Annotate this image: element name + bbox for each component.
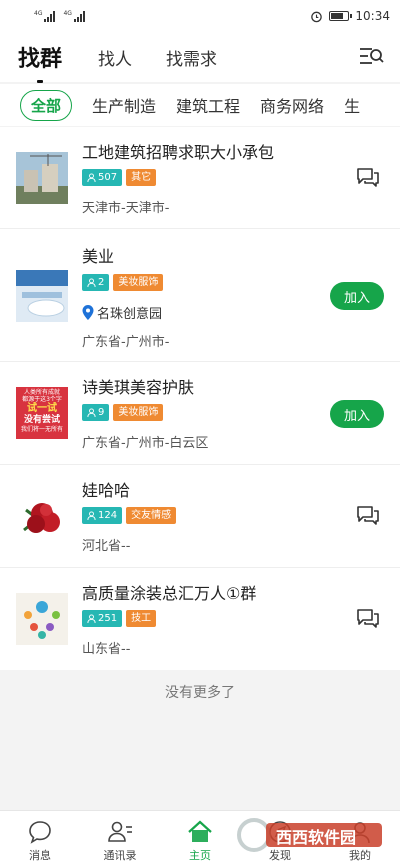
- chat-icon[interactable]: [356, 505, 380, 527]
- battery-icon: [329, 11, 353, 21]
- category-badge: 技工: [126, 610, 157, 627]
- signal-icon: 4G: [34, 10, 56, 22]
- message-icon: [29, 821, 51, 844]
- group-title: 娃哈哈: [82, 481, 131, 500]
- tab-find-person[interactable]: 找人: [98, 45, 132, 70]
- contacts-icon: [108, 821, 132, 842]
- person-icon: [87, 173, 96, 182]
- chat-icon[interactable]: [356, 608, 380, 630]
- person-icon: [87, 278, 96, 287]
- group-tags: 251 技工: [82, 610, 157, 627]
- location-pin-icon: [82, 305, 94, 320]
- category-badge: 交友情感: [126, 507, 177, 524]
- group-item[interactable]: 高质量涂装总汇万人①群 251 技工 山东省--: [0, 568, 400, 670]
- chat-icon[interactable]: [356, 167, 380, 189]
- watermark-logo: 西西软件园: [236, 817, 386, 858]
- group-location: 名珠创意园: [82, 303, 162, 322]
- top-nav: 找群 找人 找需求: [0, 32, 400, 83]
- signal-icon-2: 4G: [63, 10, 85, 22]
- person-icon: [87, 614, 96, 623]
- group-thumbnail: [16, 490, 68, 542]
- person-icon: [87, 511, 96, 520]
- person-icon: [87, 408, 96, 417]
- category-manufacturing[interactable]: 生产制造: [92, 93, 156, 117]
- member-count-badge: 9: [82, 404, 110, 421]
- category-badge: 美妆服饰: [113, 404, 164, 421]
- tab-find-group[interactable]: 找群: [18, 41, 62, 83]
- member-count-badge: 507: [82, 169, 123, 186]
- join-button[interactable]: 加入: [330, 400, 384, 428]
- group-tags: 9 美妆服饰: [82, 404, 164, 421]
- member-count-badge: 124: [82, 507, 123, 524]
- group-title: 工地建筑招聘求职大小承包: [82, 143, 275, 162]
- category-badge: 美妆服饰: [113, 274, 164, 291]
- group-region: 山东省--: [82, 642, 131, 657]
- member-count-badge: 251: [82, 610, 123, 627]
- group-tags: 124 交友情感: [82, 507, 177, 524]
- home-icon: [188, 820, 212, 842]
- group-region: 天津市-天津市-: [82, 201, 170, 216]
- group-item[interactable]: 工地建筑招聘求职大小承包 507 其它 天津市-天津市-: [0, 127, 400, 229]
- category-badge: 其它: [126, 169, 157, 186]
- group-title: 诗美琪美容护肤: [82, 378, 195, 397]
- group-thumbnail: [16, 152, 68, 204]
- join-button[interactable]: 加入: [330, 282, 384, 310]
- tab-messages[interactable]: 消息: [0, 811, 80, 866]
- tab-home[interactable]: 主页: [160, 811, 240, 866]
- group-list: 工地建筑招聘求职大小承包 507 其它 天津市-天津市- 美业 2 美妆服饰 名…: [0, 127, 400, 670]
- group-region: 广东省-广州市-: [82, 335, 170, 350]
- category-business-network[interactable]: 商务网络: [260, 93, 324, 117]
- group-item[interactable]: 人类所有成就 都源于这3个字 试一试 没有尝试 我们将一无所有 诗美琪美容护肤 …: [0, 362, 400, 465]
- category-construction[interactable]: 建筑工程: [176, 93, 240, 117]
- clock: 10:34: [355, 9, 390, 23]
- group-title: 高质量涂装总汇万人①群: [82, 584, 257, 603]
- group-thumbnail: [16, 270, 68, 322]
- tab-find-demand[interactable]: 找需求: [166, 45, 217, 70]
- status-bar: 4G 4G 10:34: [0, 0, 400, 32]
- group-title: 美业: [82, 247, 115, 266]
- group-tags: 507 其它: [82, 169, 157, 186]
- group-region: 广东省-广州市-白云区: [82, 436, 209, 451]
- group-item[interactable]: 美业 2 美妆服饰 名珠创意园 广东省-广州市- 加入: [0, 229, 400, 362]
- alarm-icon: [311, 11, 323, 22]
- group-item[interactable]: 娃哈哈 124 交友情感 河北省--: [0, 465, 400, 568]
- group-thumbnail: [16, 593, 68, 645]
- member-count-badge: 2: [82, 274, 110, 291]
- group-tags: 2 美妆服饰: [82, 274, 164, 291]
- category-more[interactable]: 生: [344, 93, 360, 117]
- group-thumbnail: 人类所有成就 都源于这3个字 试一试 没有尝试 我们将一无所有: [16, 387, 68, 439]
- category-bar: 全部 生产制造 建筑工程 商务网络 生: [0, 84, 400, 126]
- category-all[interactable]: 全部: [20, 89, 73, 121]
- group-region: 河北省--: [82, 539, 131, 554]
- filter-search-icon[interactable]: [360, 46, 384, 66]
- no-more-text: 没有更多了: [165, 685, 235, 701]
- tab-contacts[interactable]: 通讯录: [80, 811, 160, 866]
